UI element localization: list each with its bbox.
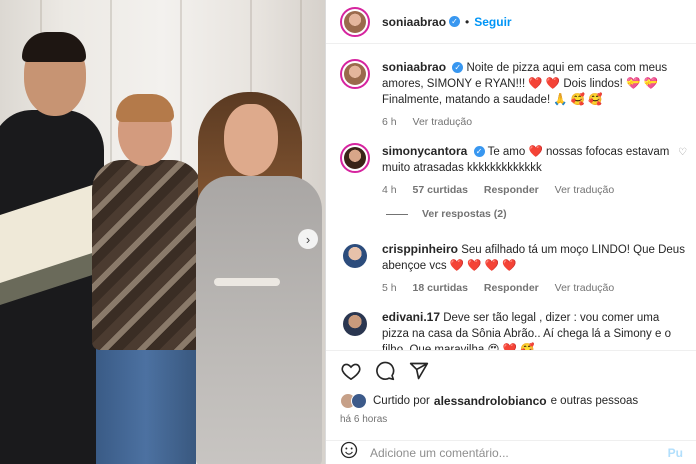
emoji-icon[interactable]	[340, 441, 358, 464]
post-sidebar: soniaabrao ✓ • Seguir soniaabrao ✓ Noite…	[325, 0, 696, 464]
translate-link[interactable]: Ver tradução	[555, 282, 615, 294]
translate-link[interactable]: Ver tradução	[413, 116, 473, 128]
comments-list[interactable]: soniaabrao ✓ Noite de pizza aqui em casa…	[326, 45, 696, 350]
liked-by-user[interactable]: alessandrolobianco	[434, 394, 547, 408]
liked-by: Curtido por alessandrolobianco e outras …	[340, 393, 638, 409]
person-woman-right	[196, 176, 322, 464]
follow-button[interactable]: Seguir	[474, 15, 511, 29]
comment-input[interactable]	[370, 445, 630, 460]
carousel-next-icon[interactable]: ›	[298, 229, 318, 249]
post-timestamp[interactable]: há 6 horas	[340, 414, 387, 425]
add-comment-bar: Pu	[326, 440, 696, 464]
verified-icon: ✓	[449, 16, 461, 27]
person-hair	[116, 94, 174, 122]
comment-username[interactable]: simonycantora	[382, 144, 467, 158]
belt	[214, 278, 280, 286]
view-replies-button[interactable]: Ver respostas (2)	[386, 208, 507, 220]
comment-icon[interactable]	[374, 360, 396, 382]
person-hair	[22, 32, 86, 62]
replies-line	[386, 213, 408, 215]
comment-item: crisppinheiro Seu afilhado tá um moço LI…	[340, 241, 690, 296]
separator-dot: •	[465, 14, 470, 29]
liked-by-prefix: Curtido por	[373, 395, 430, 407]
reply-button[interactable]: Responder	[484, 282, 539, 294]
person-head	[224, 104, 278, 176]
share-icon[interactable]	[408, 360, 430, 382]
avatar[interactable]	[340, 59, 370, 89]
view-replies-label: Ver respostas (2)	[422, 208, 507, 220]
comment-time[interactable]: 4 h	[382, 184, 397, 196]
avatar[interactable]	[340, 6, 370, 37]
avatar[interactable]	[340, 143, 370, 173]
verified-icon: ✓	[473, 146, 485, 158]
avatar[interactable]	[340, 241, 370, 271]
comment-item: edivani.17 Deve ser tão legal , dizer : …	[340, 309, 690, 350]
heart-icon[interactable]	[340, 360, 362, 382]
comment-time[interactable]: 5 h	[382, 282, 397, 294]
caption-time[interactable]: 6 h	[382, 116, 397, 128]
liker-avatar[interactable]	[351, 393, 367, 409]
comment-username[interactable]: edivani.17	[382, 310, 440, 324]
post-header: soniaabrao ✓ • Seguir	[326, 0, 696, 44]
caption-username[interactable]: soniaabrao	[382, 60, 446, 74]
translate-link[interactable]: Ver tradução	[555, 184, 615, 196]
verified-icon: ✓	[452, 62, 464, 74]
comment-item: simonycantora ✓ Te amo ❤️ nossas fofocas…	[340, 143, 690, 198]
reply-button[interactable]: Responder	[484, 184, 539, 196]
author-username[interactable]: soniaabrao	[382, 15, 446, 29]
post-comment-button[interactable]: Pu	[668, 446, 683, 460]
action-bar	[326, 350, 696, 390]
avatar[interactable]	[340, 309, 370, 339]
liked-by-suffix[interactable]: e outras pessoas	[551, 395, 639, 407]
person-woman-center	[92, 160, 202, 350]
comment-username[interactable]: crisppinheiro	[382, 242, 458, 256]
jeans	[96, 336, 196, 464]
like-comment-icon[interactable]: ♡	[678, 147, 687, 158]
comment-likes[interactable]: 57 curtidas	[413, 184, 468, 196]
post-photo[interactable]: ›	[0, 0, 325, 464]
comment-likes[interactable]: 18 curtidas	[413, 282, 468, 294]
caption: soniaabrao ✓ Noite de pizza aqui em casa…	[340, 59, 690, 130]
